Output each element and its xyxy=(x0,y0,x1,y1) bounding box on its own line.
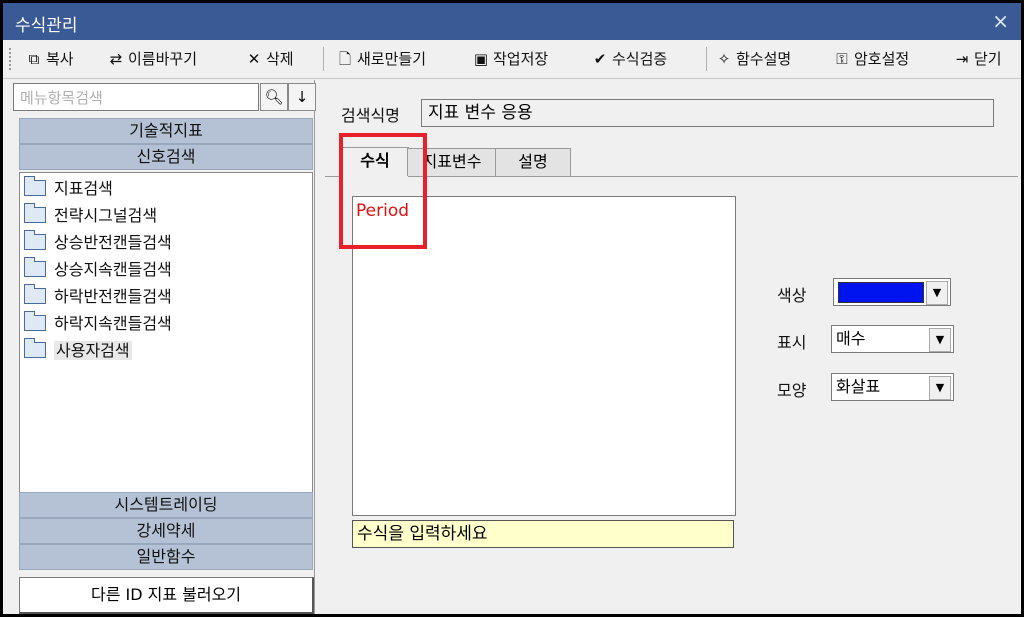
toolbar: ⧉ 복사 ⇄ 이름바꾸기 ✕ 삭제 🗋 새로만들기 ▣ 작업저장 ✔ 수식검증 ✧ 함수설명 … xyxy=(3,40,1021,79)
open-folder-icon xyxy=(24,337,46,358)
window-title: 수식관리 xyxy=(15,16,78,36)
password-button[interactable]: ⚿ 암호설정 xyxy=(833,48,909,70)
tree-item[interactable]: 상승지속캔들검색 xyxy=(24,256,172,282)
category-general-functions[interactable]: 일반함수 xyxy=(19,544,313,570)
folder-icon xyxy=(24,283,46,304)
tab-formula[interactable]: 수식 xyxy=(341,147,409,177)
rename-button[interactable]: ⇄ 이름바꾸기 xyxy=(107,48,197,70)
folder-icon xyxy=(24,310,46,331)
formula-manager-window: 수식관리 × ⧉ 복사 ⇄ 이름바꾸기 ✕ 삭제 🗋 새로만들기 ▣ 작업저장 ✔ 수식검증… xyxy=(0,0,1024,617)
close-button[interactable]: ⇥ 닫기 xyxy=(953,48,1002,70)
search-button[interactable]: 🔍︎ xyxy=(260,83,288,111)
folder-icon xyxy=(24,175,46,196)
category-signal-search[interactable]: 신호검색 xyxy=(19,144,313,170)
category-system-trading[interactable]: 시스템트레이딩 xyxy=(19,492,313,518)
color-combo[interactable]: ▼ xyxy=(833,278,951,306)
rename-icon: ⇄ xyxy=(109,50,123,68)
formula-hint: 수식을 입력하세요 xyxy=(352,520,734,548)
download-button[interactable]: ↓ xyxy=(288,83,316,111)
menu-search-input[interactable] xyxy=(18,86,258,110)
search-tree: 지표검색 전략시그널검색 상승반전캔들검색 상승지속캔들검색 하락반전캔들검색 … xyxy=(19,172,313,496)
main-panel: 검색식명 지표 변수 응용 수식 지표변수 설명 Period 수식을 입력하세… xyxy=(325,80,1018,614)
search-icon: 🔍︎ xyxy=(264,88,284,106)
formula-name-label: 검색식명 xyxy=(341,106,400,125)
shape-value: 화살표 xyxy=(836,377,881,396)
delete-icon: ✕ xyxy=(247,50,261,68)
shape-label: 모양 xyxy=(777,381,807,400)
chevron-down-icon: ▼ xyxy=(926,281,948,305)
load-other-id-button[interactable]: 다른 ID 지표 불러오기 xyxy=(19,577,314,614)
category-strength-weakness[interactable]: 강세약세 xyxy=(19,518,313,544)
folder-icon xyxy=(24,256,46,277)
toolbar-separator xyxy=(706,47,707,71)
magic-wand-icon: ✧ xyxy=(717,50,731,68)
tree-item[interactable]: 지표검색 xyxy=(24,175,113,201)
copy-icon: ⧉ xyxy=(28,50,40,68)
tab-bar: 수식 지표변수 설명 xyxy=(325,147,1018,177)
tree-item-selected[interactable]: 사용자검색 xyxy=(24,337,132,363)
tab-indicator-variables[interactable]: 지표변수 xyxy=(407,148,497,176)
close-icon[interactable]: × xyxy=(992,9,1009,33)
check-icon: ✔ xyxy=(593,50,607,68)
color-label: 색상 xyxy=(777,286,807,305)
title-bar: 수식관리 × xyxy=(3,3,1021,40)
copy-button[interactable]: ⧉ 복사 xyxy=(25,48,74,70)
display-combo[interactable]: 매수 ▼ xyxy=(831,325,954,353)
exit-icon: ⇥ xyxy=(955,50,969,68)
display-label: 표시 xyxy=(777,333,807,352)
tree-item[interactable]: 상승반전캔들검색 xyxy=(24,229,172,255)
formula-text: Period xyxy=(356,201,410,221)
arrow-down-icon: ↓ xyxy=(295,88,309,106)
display-value: 매수 xyxy=(836,329,866,348)
chevron-down-icon: ▼ xyxy=(929,376,951,400)
formula-name-field[interactable]: 지표 변수 응용 xyxy=(421,99,994,127)
toolbar-grip xyxy=(9,48,15,70)
tree-item[interactable]: 하락지속캔들검색 xyxy=(24,310,172,336)
category-technical-indicators[interactable]: 기술적지표 xyxy=(19,118,313,144)
shape-combo[interactable]: 화살표 ▼ xyxy=(831,373,954,401)
tab-description[interactable]: 설명 xyxy=(495,148,571,176)
sidebar: 🔍︎ ↓ 기술적지표 신호검색 지표검색 전략시그널검색 상승반전캔들검색 상승… xyxy=(11,80,316,614)
save-work-button[interactable]: ▣ 작업저장 xyxy=(472,48,548,70)
chevron-down-icon: ▼ xyxy=(929,328,951,352)
function-help-button[interactable]: ✧ 함수설명 xyxy=(715,48,792,70)
formula-editor[interactable]: Period xyxy=(352,196,736,516)
menu-search-box xyxy=(13,83,259,111)
color-swatch xyxy=(838,282,924,303)
delete-button[interactable]: ✕ 삭제 xyxy=(245,48,294,70)
folder-icon xyxy=(24,229,46,250)
tree-item[interactable]: 전략시그널검색 xyxy=(24,202,157,228)
new-file-icon: 🗋 xyxy=(338,50,352,68)
verify-formula-button[interactable]: ✔ 수식검증 xyxy=(591,48,668,70)
folder-icon xyxy=(24,202,46,223)
save-icon: ▣ xyxy=(473,50,489,68)
tree-item[interactable]: 하락반전캔들검색 xyxy=(24,283,172,309)
new-button[interactable]: 🗋 새로만들기 xyxy=(336,48,426,70)
toolbar-separator xyxy=(323,47,324,71)
key-icon: ⚿ xyxy=(836,50,848,68)
